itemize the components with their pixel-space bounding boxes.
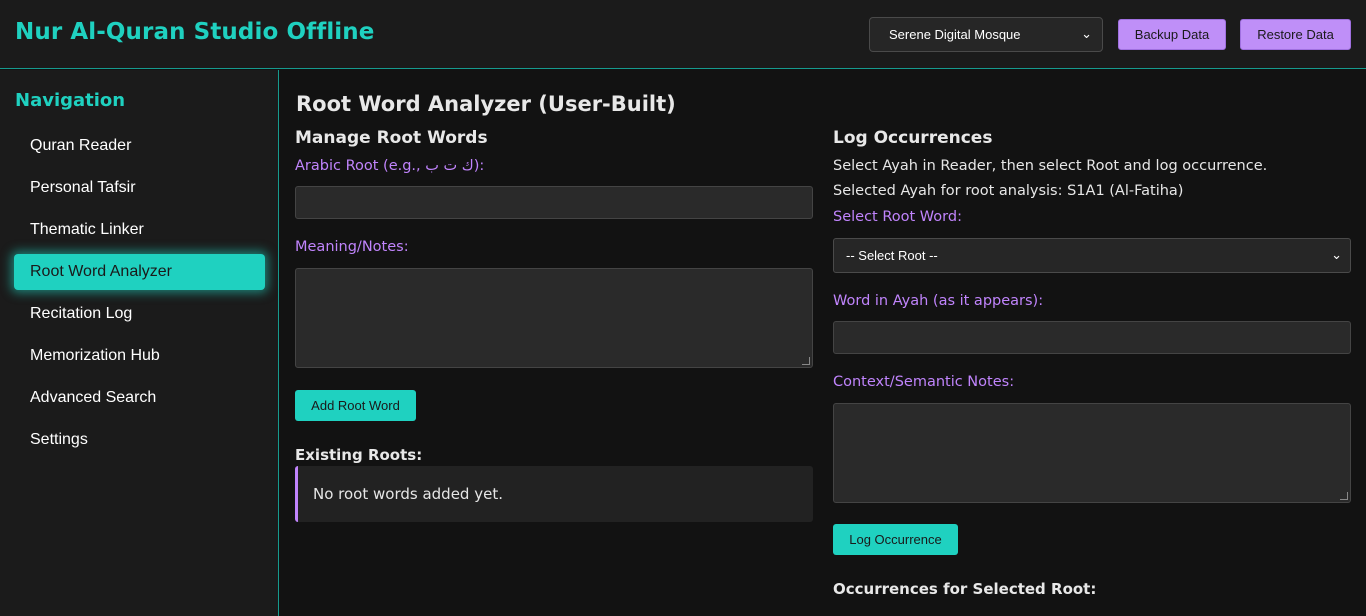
sidebar: Navigation Quran Reader Personal Tafsir …: [0, 70, 279, 616]
page-title: Root Word Analyzer (User-Built): [296, 92, 676, 116]
sidebar-item-quran-reader[interactable]: Quran Reader: [14, 128, 265, 164]
meaning-notes-label: Meaning/Notes:: [295, 239, 409, 255]
select-root-value: -- Select Root --: [846, 248, 938, 263]
arabic-root-label: Arabic Root (e.g., ك ت ب):: [295, 158, 485, 174]
backup-data-button[interactable]: Backup Data: [1118, 19, 1226, 50]
word-in-ayah-input[interactable]: [833, 321, 1351, 354]
sidebar-item-root-word-analyzer[interactable]: Root Word Analyzer: [14, 254, 265, 290]
arabic-root-input[interactable]: [295, 186, 813, 219]
select-root-label: Select Root Word:: [833, 209, 962, 225]
existing-roots-empty-message: No root words added yet.: [295, 466, 813, 522]
select-root-dropdown[interactable]: -- Select Root -- ⌄: [833, 238, 1351, 273]
theme-select-value: Serene Digital Mosque: [889, 27, 1021, 42]
restore-data-button[interactable]: Restore Data: [1240, 19, 1351, 50]
occurrences-title: Occurrences for Selected Root:: [833, 580, 1097, 598]
word-in-ayah-label: Word in Ayah (as it appears):: [833, 293, 1044, 309]
chevron-down-icon: ⌄: [1081, 26, 1092, 41]
sidebar-item-personal-tafsir[interactable]: Personal Tafsir: [14, 170, 265, 206]
theme-select[interactable]: Serene Digital Mosque ⌄: [869, 17, 1103, 52]
sidebar-item-settings[interactable]: Settings: [14, 422, 265, 458]
existing-roots-title: Existing Roots:: [295, 446, 423, 464]
selected-ayah-text: Selected Ayah for root analysis: S1A1 (A…: [833, 183, 1184, 199]
add-root-word-button[interactable]: Add Root Word: [295, 390, 416, 421]
sidebar-item-memorization-hub[interactable]: Memorization Hub: [14, 338, 265, 374]
resize-grip-icon[interactable]: [802, 357, 810, 365]
context-notes-textarea[interactable]: [833, 403, 1351, 503]
log-occurrence-button[interactable]: Log Occurrence: [833, 524, 958, 555]
resize-grip-icon[interactable]: [1340, 492, 1348, 500]
log-occurrences-title: Log Occurrences: [833, 128, 993, 148]
context-notes-label: Context/Semantic Notes:: [833, 374, 1015, 390]
nav-title: Navigation: [15, 90, 126, 111]
meaning-notes-textarea[interactable]: [295, 268, 813, 368]
manage-root-words-title: Manage Root Words: [295, 128, 488, 148]
main-content: Root Word Analyzer (User-Built) Manage R…: [280, 70, 1366, 616]
app-title: Nur Al-Quran Studio Offline: [15, 19, 375, 45]
sidebar-item-advanced-search[interactable]: Advanced Search: [14, 380, 265, 416]
chevron-down-icon: ⌄: [1331, 247, 1342, 262]
app-header: Nur Al-Quran Studio Offline Serene Digit…: [0, 0, 1366, 69]
sidebar-item-thematic-linker[interactable]: Thematic Linker: [14, 212, 265, 248]
log-instruction-text: Select Ayah in Reader, then select Root …: [833, 158, 1268, 174]
sidebar-item-recitation-log[interactable]: Recitation Log: [14, 296, 265, 332]
